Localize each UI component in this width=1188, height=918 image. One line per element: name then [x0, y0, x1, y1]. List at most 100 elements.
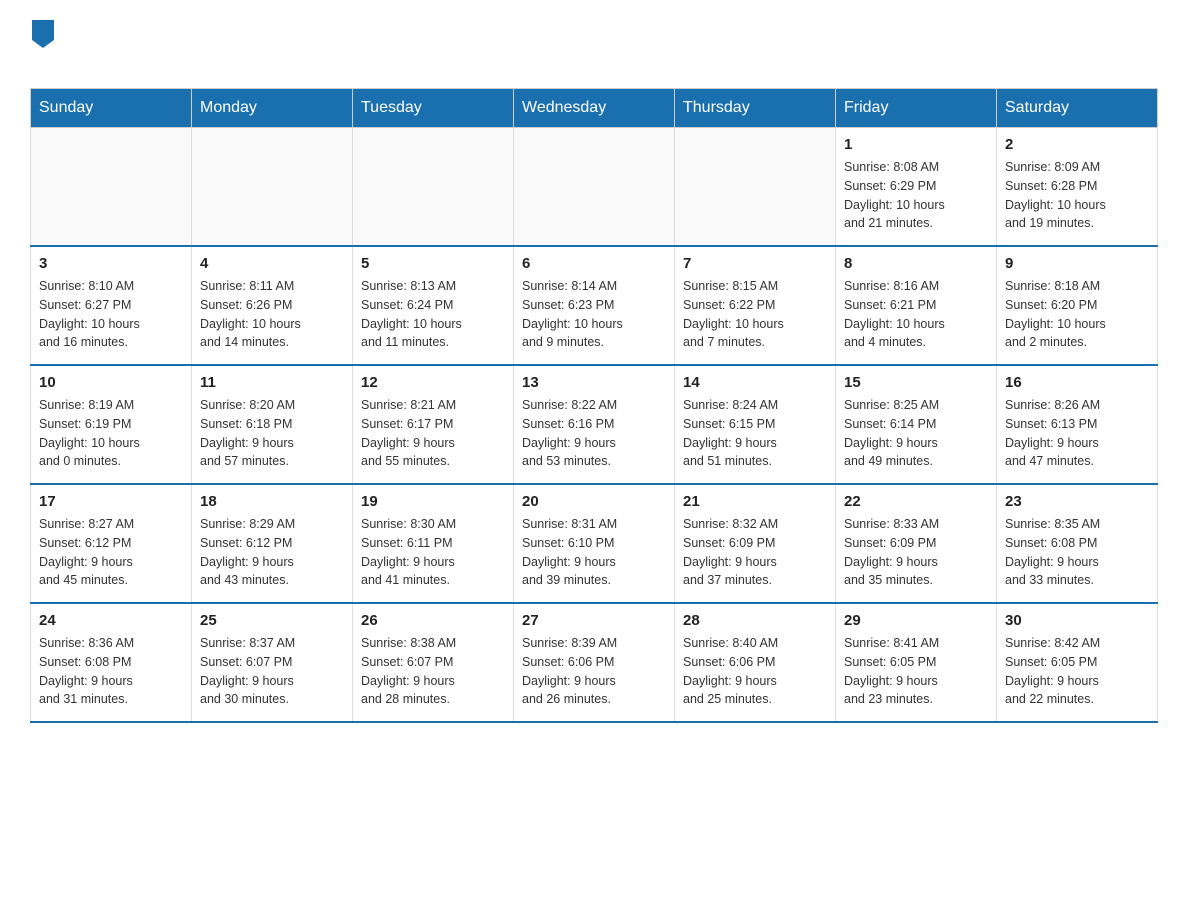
day-info: Sunrise: 8:42 AMSunset: 6:05 PMDaylight:…: [1005, 634, 1149, 709]
calendar-cell: 16 Sunrise: 8:26 AMSunset: 6:13 PMDayligh…: [997, 365, 1158, 484]
calendar-cell: 6Sunrise: 8:14 AMSunset: 6:23 PMDaylight…: [514, 246, 675, 365]
day-number: 29: [844, 612, 988, 629]
day-number: 18: [200, 493, 344, 510]
calendar-cell: 23Sunrise: 8:35 AMSunset: 6:08 PMDayligh…: [997, 484, 1158, 603]
day-number: 20: [522, 493, 666, 510]
day-number: 4: [200, 255, 344, 272]
calendar-cell: 13 Sunrise: 8:22 AMSunset: 6:16 PMDayligh…: [514, 365, 675, 484]
day-info: Sunrise: 8:39 AMSunset: 6:06 PMDaylight:…: [522, 634, 666, 709]
day-number: 13: [522, 374, 666, 391]
day-info: Sunrise: 8:19 AMSunset: 6:19 PMDaylight:…: [39, 396, 183, 471]
day-info: Sunrise: 8:09 AMSunset: 6:28 PMDaylight:…: [1005, 158, 1149, 233]
calendar-cell: 25 Sunrise: 8:37 AMSunset: 6:07 PMDayligh…: [192, 603, 353, 722]
day-info: Sunrise: 8:35 AMSunset: 6:08 PMDaylight:…: [1005, 515, 1149, 590]
day-number: 11: [200, 374, 344, 391]
day-number: 9: [1005, 255, 1149, 272]
calendar-cell: 26 Sunrise: 8:38 AMSunset: 6:07 PMDayligh…: [353, 603, 514, 722]
day-number: 19: [361, 493, 505, 510]
day-info: Sunrise: 8:13 AMSunset: 6:24 PMDaylight:…: [361, 277, 505, 352]
calendar-cell: 17Sunrise: 8:27 AMSunset: 6:12 PMDayligh…: [31, 484, 192, 603]
day-number: 21: [683, 493, 827, 510]
day-info: Sunrise: 8:41 AMSunset: 6:05 PMDaylight:…: [844, 634, 988, 709]
day-info: Sunrise: 8:22 AMSunset: 6:16 PMDaylight:…: [522, 396, 666, 471]
calendar-cell: 27 Sunrise: 8:39 AMSunset: 6:06 PMDayligh…: [514, 603, 675, 722]
day-info: Sunrise: 8:26 AMSunset: 6:13 PMDaylight:…: [1005, 396, 1149, 471]
logo-area: [30, 20, 56, 78]
weekday-header-saturday: Saturday: [997, 89, 1158, 128]
calendar-cell: 9 Sunrise: 8:18 AMSunset: 6:20 PMDaylight…: [997, 246, 1158, 365]
day-info: Sunrise: 8:29 AMSunset: 6:12 PMDaylight:…: [200, 515, 344, 590]
calendar-cell: 20 Sunrise: 8:31 AMSunset: 6:10 PMDayligh…: [514, 484, 675, 603]
calendar-cell: 4 Sunrise: 8:11 AMSunset: 6:26 PMDaylight…: [192, 246, 353, 365]
calendar-cell: 18 Sunrise: 8:29 AMSunset: 6:12 PMDayligh…: [192, 484, 353, 603]
weekday-header-row: SundayMondayTuesdayWednesdayThursdayFrid…: [31, 89, 1158, 128]
logo-flag-icon: [32, 20, 54, 48]
header: [30, 20, 1158, 78]
day-number: 16: [1005, 374, 1149, 391]
weekday-header-thursday: Thursday: [675, 89, 836, 128]
day-number: 26: [361, 612, 505, 629]
day-info: Sunrise: 8:30 AMSunset: 6:11 PMDaylight:…: [361, 515, 505, 590]
day-info: Sunrise: 8:11 AMSunset: 6:26 PMDaylight:…: [200, 277, 344, 352]
calendar-cell: 7 Sunrise: 8:15 AMSunset: 6:22 PMDaylight…: [675, 246, 836, 365]
calendar-cell: 29 Sunrise: 8:41 AMSunset: 6:05 PMDayligh…: [836, 603, 997, 722]
day-info: Sunrise: 8:18 AMSunset: 6:20 PMDaylight:…: [1005, 277, 1149, 352]
day-info: Sunrise: 8:14 AMSunset: 6:23 PMDaylight:…: [522, 277, 666, 352]
calendar-cell: 11 Sunrise: 8:20 AMSunset: 6:18 PMDayligh…: [192, 365, 353, 484]
calendar-cell: [31, 128, 192, 247]
calendar-cell: 14 Sunrise: 8:24 AMSunset: 6:15 PMDayligh…: [675, 365, 836, 484]
day-number: 2: [1005, 136, 1149, 153]
calendar-cell: [675, 128, 836, 247]
calendar-cell: 21 Sunrise: 8:32 AMSunset: 6:09 PMDayligh…: [675, 484, 836, 603]
day-number: 5: [361, 255, 505, 272]
calendar-cell: [353, 128, 514, 247]
calendar-cell: 30Sunrise: 8:42 AMSunset: 6:05 PMDayligh…: [997, 603, 1158, 722]
calendar-cell: 24Sunrise: 8:36 AMSunset: 6:08 PMDayligh…: [31, 603, 192, 722]
calendar-cell: 28Sunrise: 8:40 AMSunset: 6:06 PMDayligh…: [675, 603, 836, 722]
day-info: Sunrise: 8:15 AMSunset: 6:22 PMDaylight:…: [683, 277, 827, 352]
day-info: Sunrise: 8:20 AMSunset: 6:18 PMDaylight:…: [200, 396, 344, 471]
day-number: 25: [200, 612, 344, 629]
calendar-cell: 22 Sunrise: 8:33 AMSunset: 6:09 PMDayligh…: [836, 484, 997, 603]
calendar-week-row: 24Sunrise: 8:36 AMSunset: 6:08 PMDayligh…: [31, 603, 1158, 722]
calendar-week-row: 10 Sunrise: 8:19 AMSunset: 6:19 PMDayligh…: [31, 365, 1158, 484]
day-number: 15: [844, 374, 988, 391]
day-info: Sunrise: 8:10 AMSunset: 6:27 PMDaylight:…: [39, 277, 183, 352]
calendar-week-row: 17Sunrise: 8:27 AMSunset: 6:12 PMDayligh…: [31, 484, 1158, 603]
weekday-header-wednesday: Wednesday: [514, 89, 675, 128]
calendar-cell: 1 Sunrise: 8:08 AMSunset: 6:29 PMDaylight…: [836, 128, 997, 247]
weekday-header-friday: Friday: [836, 89, 997, 128]
day-info: Sunrise: 8:40 AMSunset: 6:06 PMDaylight:…: [683, 634, 827, 709]
day-info: Sunrise: 8:33 AMSunset: 6:09 PMDaylight:…: [844, 515, 988, 590]
weekday-header-tuesday: Tuesday: [353, 89, 514, 128]
calendar-week-row: 3 Sunrise: 8:10 AMSunset: 6:27 PMDaylight…: [31, 246, 1158, 365]
day-number: 12: [361, 374, 505, 391]
calendar-cell: 5 Sunrise: 8:13 AMSunset: 6:24 PMDaylight…: [353, 246, 514, 365]
day-info: Sunrise: 8:25 AMSunset: 6:14 PMDaylight:…: [844, 396, 988, 471]
day-info: Sunrise: 8:08 AMSunset: 6:29 PMDaylight:…: [844, 158, 988, 233]
day-number: 22: [844, 493, 988, 510]
day-number: 10: [39, 374, 183, 391]
day-number: 14: [683, 374, 827, 391]
calendar-cell: 8Sunrise: 8:16 AMSunset: 6:21 PMDaylight…: [836, 246, 997, 365]
day-number: 3: [39, 255, 183, 272]
day-number: 1: [844, 136, 988, 153]
day-number: 8: [844, 255, 988, 272]
day-info: Sunrise: 8:38 AMSunset: 6:07 PMDaylight:…: [361, 634, 505, 709]
day-number: 27: [522, 612, 666, 629]
weekday-header-sunday: Sunday: [31, 89, 192, 128]
calendar-cell: 2 Sunrise: 8:09 AMSunset: 6:28 PMDaylight…: [997, 128, 1158, 247]
weekday-header-monday: Monday: [192, 89, 353, 128]
day-info: Sunrise: 8:37 AMSunset: 6:07 PMDaylight:…: [200, 634, 344, 709]
day-number: 7: [683, 255, 827, 272]
calendar-cell: 12Sunrise: 8:21 AMSunset: 6:17 PMDayligh…: [353, 365, 514, 484]
day-info: Sunrise: 8:32 AMSunset: 6:09 PMDaylight:…: [683, 515, 827, 590]
day-info: Sunrise: 8:24 AMSunset: 6:15 PMDaylight:…: [683, 396, 827, 471]
calendar-week-row: 1 Sunrise: 8:08 AMSunset: 6:29 PMDaylight…: [31, 128, 1158, 247]
calendar-cell: [192, 128, 353, 247]
day-info: Sunrise: 8:36 AMSunset: 6:08 PMDaylight:…: [39, 634, 183, 709]
calendar-cell: 19 Sunrise: 8:30 AMSunset: 6:11 PMDayligh…: [353, 484, 514, 603]
calendar-table: SundayMondayTuesdayWednesdayThursdayFrid…: [30, 88, 1158, 723]
day-number: 17: [39, 493, 183, 510]
day-info: Sunrise: 8:31 AMSunset: 6:10 PMDaylight:…: [522, 515, 666, 590]
